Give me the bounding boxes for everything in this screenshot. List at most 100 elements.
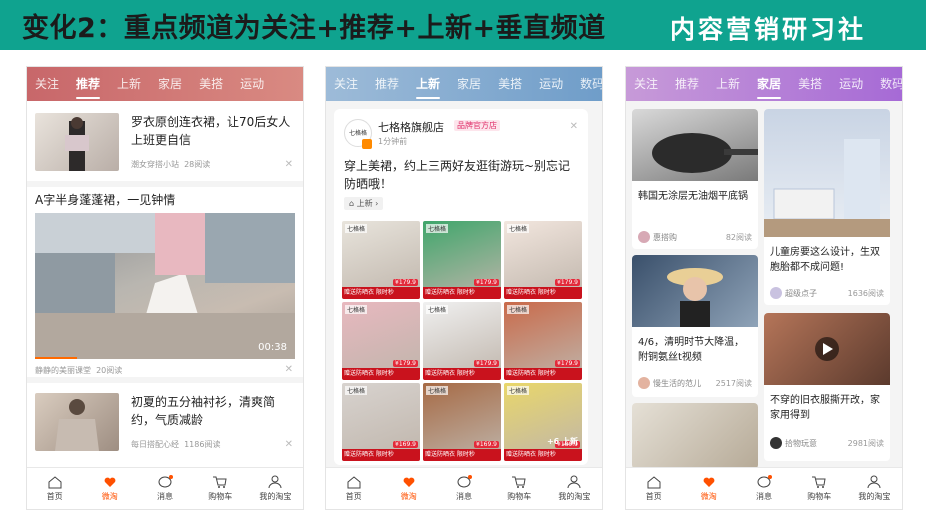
card-title[interactable]: 不穿的旧衣服撕开改，家家用得到 bbox=[770, 393, 884, 423]
nav-home[interactable]: 首页 bbox=[626, 468, 681, 509]
product-thumbnail[interactable]: 七格格 ¥189.9 赠送防晒衣 限时秒 +6 上新 bbox=[504, 383, 582, 461]
video-progress-bar[interactable] bbox=[35, 357, 77, 359]
shop-name[interactable]: 七格格旗舰店 bbox=[378, 119, 444, 135]
tmall-badge-icon bbox=[362, 139, 372, 149]
user-icon bbox=[567, 475, 581, 489]
bottom-nav: 首页 微淘 消息 购物车 我的淘宝 bbox=[326, 467, 602, 509]
nav-home[interactable]: 首页 bbox=[27, 468, 82, 509]
content-card[interactable]: 不穿的旧衣服撕开改，家家用得到 拾物玩意 2981阅读 bbox=[764, 313, 890, 461]
nav-my-taobao[interactable]: 我的淘宝 bbox=[547, 468, 602, 509]
nav-message[interactable]: 消息 bbox=[436, 468, 491, 509]
tab-style[interactable]: 美搭 bbox=[798, 67, 822, 101]
brand-logo: 七格格 bbox=[426, 224, 449, 233]
more-count[interactable]: +6 上新 bbox=[547, 436, 578, 447]
card-title[interactable]: 儿童房要这么设计，生双胞胎都不成问题! bbox=[770, 245, 884, 275]
nav-my-taobao[interactable]: 我的淘宝 bbox=[847, 468, 902, 509]
tab-recommend[interactable]: 推荐 bbox=[375, 67, 399, 101]
tab-new[interactable]: 上新 bbox=[716, 67, 740, 101]
card-reads: 2517阅读 bbox=[715, 379, 752, 388]
product-thumbnail[interactable]: 七格格 ¥169.9 赠送防晒衣 限时秒 bbox=[423, 383, 501, 461]
nav-label: 消息 bbox=[756, 492, 772, 501]
article-title[interactable]: 初夏的五分袖衬衫，清爽简约，气质减龄 bbox=[131, 393, 295, 429]
product-thumbnail[interactable]: 七格格 ¥169.9 赠送防晒衣 限时秒 bbox=[342, 383, 420, 461]
brand-logo: 七格格 bbox=[345, 305, 368, 314]
tab-digital[interactable]: 数码 bbox=[880, 67, 902, 101]
video-title[interactable]: A字半身蓬蓬裙，一见钟情 bbox=[35, 191, 175, 209]
brand-logo: 七格格 bbox=[507, 305, 530, 314]
cart-icon bbox=[512, 476, 526, 488]
product-price: ¥179.9 bbox=[393, 360, 418, 367]
tab-recommend[interactable]: 推荐 bbox=[76, 67, 101, 101]
article-source: 每日搭配心经 1186阅读 bbox=[131, 440, 221, 449]
tab-sport[interactable]: 运动 bbox=[839, 67, 863, 101]
nav-label: 首页 bbox=[46, 492, 63, 501]
brand-logo: 七格格 bbox=[426, 386, 449, 395]
tab-new[interactable]: 上新 bbox=[117, 67, 141, 101]
promo-strip: 赠送防晒衣 限时秒 bbox=[342, 287, 420, 299]
close-icon[interactable]: ✕ bbox=[285, 364, 293, 375]
promo-strip: 赠送防晒衣 限时秒 bbox=[423, 449, 501, 461]
feed-item[interactable]: 初夏的五分袖衬衫，清爽简约，气质减龄 每日搭配心经 1186阅读 ✕ bbox=[27, 383, 303, 469]
nav-weitao[interactable]: 微淘 bbox=[381, 468, 436, 509]
nav-cart[interactable]: 购物车 bbox=[492, 468, 547, 509]
tab-new[interactable]: 上新 bbox=[416, 67, 441, 101]
product-thumbnail[interactable]: 七格格 ¥179.9 赠送防晒衣 限时秒 bbox=[342, 302, 420, 380]
nav-weitao[interactable]: 微淘 bbox=[681, 468, 736, 509]
content-card[interactable]: 儿童房要这么设计，生双胞胎都不成问题! 超级点子 1636阅读 bbox=[764, 109, 890, 305]
article-title[interactable]: 罗衣原创连衣裙，让70后女人上班更自信 bbox=[131, 113, 295, 149]
shop-post-card[interactable]: 七格格 七格格旗舰店 品牌官方店 1分钟前 ✕ 穿上美裙，约上三两好友逛街游玩~… bbox=[334, 109, 588, 465]
close-icon[interactable]: ✕ bbox=[285, 159, 293, 170]
product-price: ¥179.9 bbox=[555, 360, 580, 367]
tab-follow[interactable]: 关注 bbox=[634, 67, 658, 101]
tab-style[interactable]: 美搭 bbox=[498, 67, 522, 101]
card-title[interactable]: 韩国无涂层无油烟平底锅 bbox=[638, 189, 752, 204]
nav-cart[interactable]: 购物车 bbox=[193, 468, 248, 509]
close-icon[interactable]: ✕ bbox=[285, 439, 293, 450]
product-price: ¥179.9 bbox=[474, 279, 499, 286]
tab-digital[interactable]: 数码 bbox=[580, 67, 602, 101]
tab-recommend[interactable]: 推荐 bbox=[675, 67, 699, 101]
product-thumbnail[interactable]: 七格格 ¥179.9 赠送防晒衣 限时秒 bbox=[342, 221, 420, 299]
nav-my-taobao[interactable]: 我的淘宝 bbox=[248, 468, 303, 509]
phone-screen-new: 关注 推荐 上新 家居 美搭 运动 数码 七格格 七格格旗舰店 品牌官方店 1分… bbox=[325, 66, 603, 510]
video-player[interactable]: 00:38 bbox=[35, 213, 295, 359]
tab-follow[interactable]: 关注 bbox=[334, 67, 358, 101]
content-card[interactable] bbox=[632, 403, 758, 469]
close-icon[interactable]: ✕ bbox=[570, 121, 578, 132]
feed-item[interactable]: 罗衣原创连衣裙，让70后女人上班更自信 潮女穿搭小站 28阅读 ✕ bbox=[27, 101, 303, 181]
slide-banner: 变化2：重点频道为关注+推荐+上新+垂直频道 内容营销研习社 bbox=[0, 0, 926, 50]
product-thumbnail[interactable]: 七格格 ¥179.9 赠送防晒衣 限时秒 bbox=[504, 221, 582, 299]
content-card[interactable]: 4/6，清明时节大降温，附铜氨丝t视频 慢生活的范儿 2517阅读 bbox=[632, 255, 758, 397]
nav-label: 首页 bbox=[345, 492, 362, 501]
brand-logo: 七格格 bbox=[507, 386, 530, 395]
new-tag[interactable]: ⌂ 上新 › bbox=[344, 197, 384, 210]
promo-strip: 赠送防晒衣 限时秒 bbox=[504, 449, 582, 461]
nav-message[interactable]: 消息 bbox=[736, 468, 791, 509]
card-image bbox=[764, 313, 890, 385]
tab-home[interactable]: 家居 bbox=[457, 67, 481, 101]
tab-sport[interactable]: 运动 bbox=[240, 67, 264, 101]
product-thumbnail[interactable]: 七格格 ¥179.9 赠送防晒衣 限时秒 bbox=[423, 221, 501, 299]
tab-sport[interactable]: 运动 bbox=[539, 67, 563, 101]
tab-home[interactable]: 家居 bbox=[158, 67, 182, 101]
product-thumbnail[interactable]: 七格格 ¥179.9 赠送防晒衣 限时秒 bbox=[504, 302, 582, 380]
video-duration: 00:38 bbox=[258, 342, 287, 353]
promo-strip: 赠送防晒衣 限时秒 bbox=[342, 449, 420, 461]
feed: 罗衣原创连衣裙，让70后女人上班更自信 潮女穿搭小站 28阅读 ✕ A字半身蓬蓬… bbox=[27, 101, 303, 469]
brand-logo: 七格格 bbox=[345, 224, 368, 233]
content-card[interactable]: 韩国无涂层无油烟平底锅 惠搭购 82阅读 bbox=[632, 109, 758, 249]
tab-home[interactable]: 家居 bbox=[757, 67, 782, 101]
channel-tabs: 关注 推荐 上新 家居 美搭 运动 bbox=[27, 67, 303, 101]
avatar bbox=[638, 377, 650, 389]
message-icon bbox=[457, 475, 472, 488]
nav-message[interactable]: 消息 bbox=[137, 468, 192, 509]
user-icon bbox=[867, 475, 881, 489]
nav-cart[interactable]: 购物车 bbox=[792, 468, 847, 509]
tab-follow[interactable]: 关注 bbox=[35, 67, 59, 101]
card-title[interactable]: 4/6，清明时节大降温，附铜氨丝t视频 bbox=[638, 335, 752, 365]
product-thumbnail[interactable]: 七格格 ¥179.9 赠送防晒衣 限时秒 bbox=[423, 302, 501, 380]
video-item[interactable]: A字半身蓬蓬裙，一见钟情 00:38 静静的美丽课堂 20阅读 ✕ bbox=[27, 187, 303, 377]
nav-weitao[interactable]: 微淘 bbox=[82, 468, 137, 509]
nav-home[interactable]: 首页 bbox=[326, 468, 381, 509]
tab-style[interactable]: 美搭 bbox=[199, 67, 223, 101]
